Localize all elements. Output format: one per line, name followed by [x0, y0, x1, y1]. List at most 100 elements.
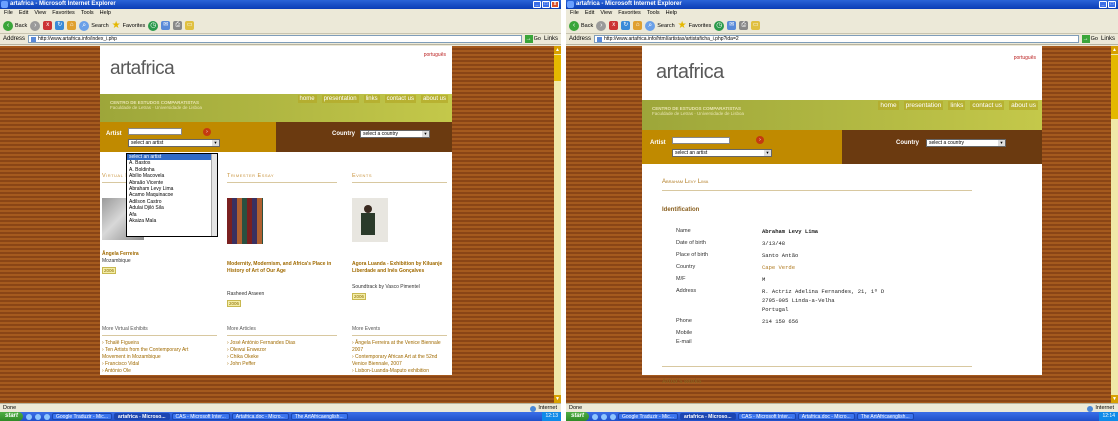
nav-home[interactable]: home	[878, 101, 899, 110]
field-value[interactable]: Cape Verde	[762, 264, 795, 271]
artist-select[interactable]: select an artist	[672, 149, 772, 157]
site-logo[interactable]: artafrica	[110, 58, 175, 80]
quicklaunch-icon[interactable]	[610, 413, 617, 420]
artist-dropdown-list[interactable]: select an artist A. Bastos A. Boldinha Abíl…	[126, 153, 218, 237]
start-button[interactable]: start	[0, 412, 24, 421]
scroll-up-arrow[interactable]: ▲	[554, 46, 561, 54]
taskbar-button[interactable]: The ArtAfricaenglish...	[290, 413, 348, 420]
nav-contact-us[interactable]: contact us	[384, 95, 416, 103]
nav-links[interactable]: links	[948, 101, 966, 110]
search-button[interactable]: ⌕ Search	[645, 20, 675, 31]
list-item[interactable]: › Tchalê Figueira	[102, 340, 188, 347]
list-item[interactable]: › Ten Artists from the Contemporary Art	[102, 347, 188, 354]
menu-file[interactable]: File	[570, 9, 579, 18]
country-select[interactable]: select a country	[926, 139, 1006, 147]
history-button[interactable]: ◷	[148, 20, 159, 31]
list-item[interactable]: › Olewui Enwezor	[227, 347, 295, 354]
list-item[interactable]: › Chika Okeke	[227, 354, 295, 361]
menu-file[interactable]: File	[4, 9, 13, 18]
start-button[interactable]: start	[566, 412, 590, 421]
maximize-button[interactable]: □	[542, 1, 550, 8]
artist-go-button[interactable]: ›	[203, 128, 211, 136]
quicklaunch-icon[interactable]	[592, 413, 599, 420]
quicklaunch-icon[interactable]	[35, 413, 42, 420]
nav-presentation[interactable]: presentation	[321, 95, 359, 103]
favorites-button[interactable]: ★ Favorites	[112, 20, 146, 31]
address-input[interactable]: http://www.artafrica.info/index_i.php	[28, 35, 522, 43]
dropdown-option[interactable]: Akaiza Mala	[127, 218, 217, 224]
history-button[interactable]: ◷	[714, 20, 725, 31]
go-button[interactable]: → Go	[524, 35, 541, 43]
links-button[interactable]: Links	[544, 36, 561, 42]
nav-home[interactable]: home	[297, 95, 317, 103]
event-title[interactable]: Agora Luanda - Exhibition by Kiluanje Li…	[352, 261, 447, 275]
nav-links[interactable]: links	[363, 95, 380, 103]
exhibit-title[interactable]: Ângela Ferreira	[102, 251, 212, 258]
artist-go-button[interactable]: ›	[756, 136, 764, 144]
list-item[interactable]: › Contemporary African Art at the 52nd	[352, 354, 441, 361]
quicklaunch-icon[interactable]	[601, 413, 608, 420]
country-select[interactable]: select a country	[360, 130, 430, 138]
taskbar-button[interactable]: Google Traduzir - Mic...	[52, 413, 112, 420]
more-events-link[interactable]: More Events	[352, 326, 380, 332]
refresh-button[interactable]: ↻	[55, 21, 65, 30]
scroll-thumb[interactable]	[1111, 55, 1118, 119]
essay-image[interactable]	[227, 198, 263, 244]
vertical-scrollbar[interactable]: ▲ ▼	[1111, 46, 1118, 403]
event-image[interactable]	[352, 198, 388, 242]
essay-title[interactable]: Modernity, Modernism, and Africa's Place…	[227, 261, 332, 275]
maximize-button[interactable]: □	[1108, 1, 1116, 8]
menu-edit[interactable]: Edit	[19, 9, 28, 18]
taskbar-button[interactable]: CAS - Microsoft Inter...	[737, 413, 796, 420]
list-item[interactable]: › Lisbon-Luanda-Maputo exhibition	[352, 368, 441, 375]
list-item[interactable]: › António Ole	[102, 368, 188, 375]
minimize-button[interactable]: _	[1099, 1, 1107, 8]
close-button[interactable]: x	[551, 1, 559, 8]
taskbar-button[interactable]: Artafrica.doc - Micro...	[797, 413, 855, 420]
list-item[interactable]: Movement in Mozambique	[102, 354, 188, 361]
folder-button[interactable]: ▭	[185, 21, 195, 30]
language-link[interactable]: português	[1014, 55, 1036, 61]
taskbar-button[interactable]: artafrica - Microso...	[679, 413, 736, 420]
menu-tools[interactable]: Tools	[81, 9, 94, 18]
more-virtual-exhibits-link[interactable]: More Virtual Exhibits	[102, 326, 148, 332]
language-link[interactable]: português	[424, 52, 446, 58]
search-button[interactable]: ⌕ Search	[79, 20, 109, 31]
quicklaunch-icon[interactable]	[44, 413, 51, 420]
forward-button[interactable]: ›	[30, 20, 41, 31]
menu-favorites[interactable]: Favorites	[618, 9, 641, 18]
nav-contact-us[interactable]: contact us	[970, 101, 1005, 110]
print-button[interactable]: ⎙	[739, 21, 749, 30]
go-button[interactable]: → Go	[1081, 35, 1098, 43]
dropdown-scrollbar[interactable]	[211, 154, 217, 236]
back-button[interactable]: ‹ Back	[569, 20, 593, 31]
home-button[interactable]: ⌂	[633, 21, 643, 30]
favorites-button[interactable]: ★ Favorites	[678, 20, 712, 31]
scroll-thumb[interactable]	[554, 55, 561, 81]
list-item[interactable]: › Francisco Vidal	[102, 361, 188, 368]
list-item[interactable]: › José António Fernandes Dias	[227, 340, 295, 347]
scroll-down-arrow[interactable]: ▼	[1111, 395, 1118, 403]
scroll-up-arrow[interactable]: ▲	[1111, 46, 1118, 54]
taskbar-button[interactable]: artafrica - Microso...	[113, 413, 170, 420]
forward-button[interactable]: ›	[596, 20, 607, 31]
menu-tools[interactable]: Tools	[647, 9, 660, 18]
taskbar-button[interactable]: Google Traduzir - Mic...	[618, 413, 678, 420]
list-item[interactable]: › Ângela Ferreira at the Venice Biennale	[352, 340, 441, 347]
taskbar-button[interactable]: The ArtAfricaenglish...	[856, 413, 914, 420]
minimize-button[interactable]: _	[533, 1, 541, 8]
quicklaunch-icon[interactable]	[26, 413, 33, 420]
menu-view[interactable]: View	[600, 9, 612, 18]
vertical-scrollbar[interactable]: ▲ ▼	[554, 46, 561, 403]
taskbar-button[interactable]: CAS - Microsoft Inter...	[171, 413, 230, 420]
mail-button[interactable]: ✉	[161, 21, 171, 30]
taskbar-button[interactable]: Artafrica.doc - Micro...	[231, 413, 289, 420]
mail-button[interactable]: ✉	[727, 21, 737, 30]
artist-select[interactable]: select an artist	[128, 139, 220, 147]
stop-button[interactable]: x	[609, 21, 619, 30]
nav-about-us[interactable]: about us	[420, 95, 448, 103]
home-button[interactable]: ⌂	[67, 21, 77, 30]
menu-help[interactable]: Help	[100, 9, 111, 18]
menu-view[interactable]: View	[34, 9, 46, 18]
more-articles-link[interactable]: More Articles	[227, 326, 256, 332]
